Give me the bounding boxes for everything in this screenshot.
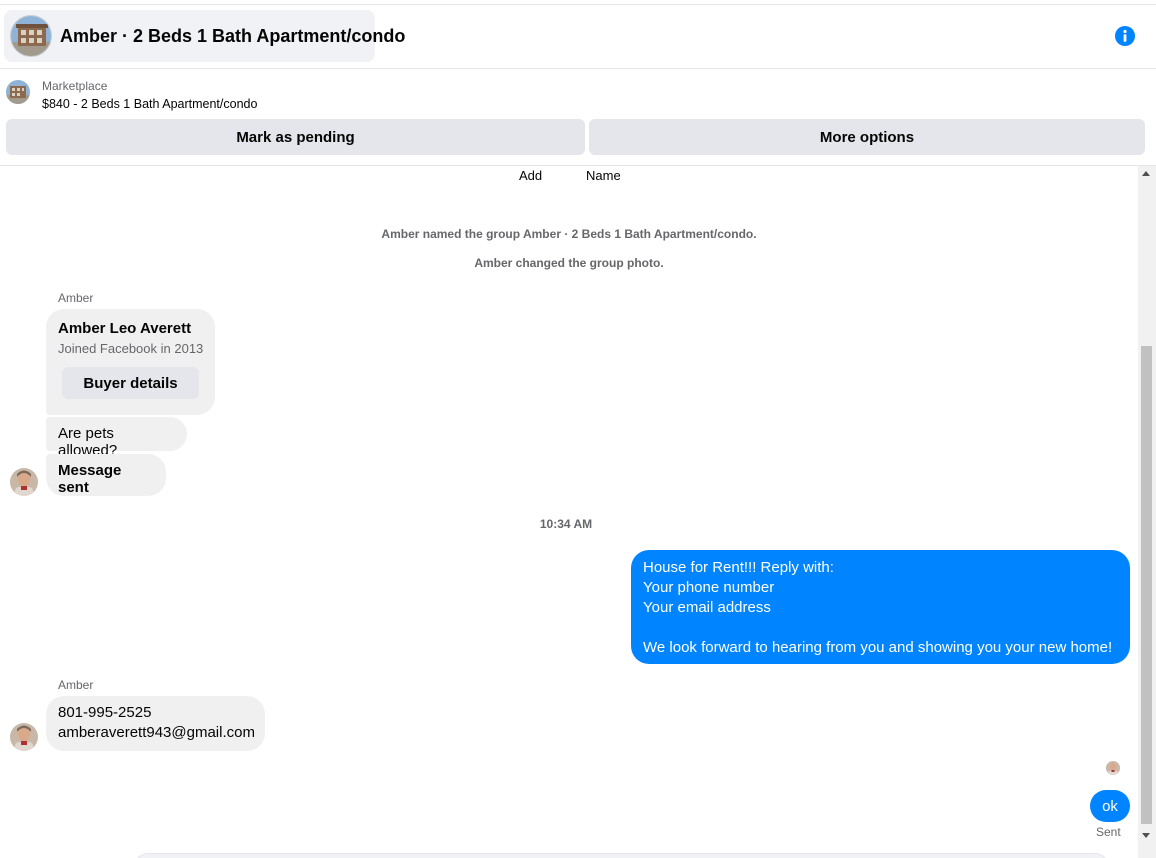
scroll-up-arrow-icon[interactable] bbox=[1142, 171, 1150, 176]
message-composer-edge[interactable] bbox=[134, 853, 1109, 858]
conversation-title: Amber · 2 Beds 1 Bath Apartment/condo bbox=[60, 25, 406, 46]
group-photo-avatar bbox=[10, 15, 52, 57]
message-bubble-outgoing[interactable]: ok bbox=[1090, 790, 1130, 822]
scroll-down-arrow-icon[interactable] bbox=[1142, 833, 1150, 838]
buyer-profile-card: Amber Leo Averett Joined Facebook in 201… bbox=[46, 309, 215, 415]
mark-as-pending-button[interactable]: Mark as pending bbox=[6, 119, 585, 155]
sender-avatar[interactable] bbox=[10, 468, 38, 496]
conversation-header: Amber · 2 Beds 1 Bath Apartment/condo bbox=[0, 5, 1156, 69]
message-bubble-outgoing[interactable]: House for Rent!!! Reply with: Your phone… bbox=[631, 550, 1130, 664]
more-options-button[interactable]: More options bbox=[589, 119, 1145, 155]
sender-name: Amber bbox=[58, 678, 94, 692]
message-bubble-incoming[interactable]: Are pets allowed? bbox=[46, 417, 187, 459]
name-group-link[interactable]: Name bbox=[586, 168, 621, 183]
info-icon[interactable] bbox=[1114, 25, 1136, 47]
buyer-details-button[interactable]: Buyer details bbox=[62, 367, 199, 399]
listing-title-link[interactable]: $840 - 2 Beds 1 Bath Apartment/condo bbox=[42, 97, 257, 111]
conversation-title-button[interactable]: Amber · 2 Beds 1 Bath Apartment/condo bbox=[4, 10, 405, 62]
add-people-link[interactable]: Add bbox=[519, 168, 542, 183]
scrollbar-thumb[interactable] bbox=[1141, 346, 1152, 824]
delivery-status: Sent bbox=[1096, 825, 1121, 839]
seen-by-avatar bbox=[1106, 761, 1120, 775]
buyer-name: Amber Leo Averett bbox=[58, 320, 192, 337]
sender-name: Amber bbox=[58, 291, 94, 305]
system-message: Amber changed the group photo. bbox=[474, 256, 664, 270]
message-timestamp: 10:34 AM bbox=[539, 517, 593, 531]
message-thread[interactable]: Add Name Amber named the group Amber · 2… bbox=[0, 166, 1138, 858]
listing-category: Marketplace bbox=[42, 79, 108, 93]
marketplace-listing-panel: Marketplace $840 - 2 Beds 1 Bath Apartme… bbox=[0, 70, 1156, 166]
listing-thumbnail[interactable] bbox=[6, 80, 30, 104]
system-message: Amber named the group Amber · 2 Beds 1 B… bbox=[381, 227, 757, 241]
message-bubble-incoming[interactable]: 801-995-2525 amberaverett943@gmail.com bbox=[46, 696, 265, 751]
message-bubble-incoming[interactable]: Message sent bbox=[46, 454, 166, 496]
scrollbar[interactable] bbox=[1138, 166, 1156, 858]
sender-avatar[interactable] bbox=[10, 723, 38, 751]
buyer-joined-date: Joined Facebook in 2013 bbox=[58, 341, 204, 356]
